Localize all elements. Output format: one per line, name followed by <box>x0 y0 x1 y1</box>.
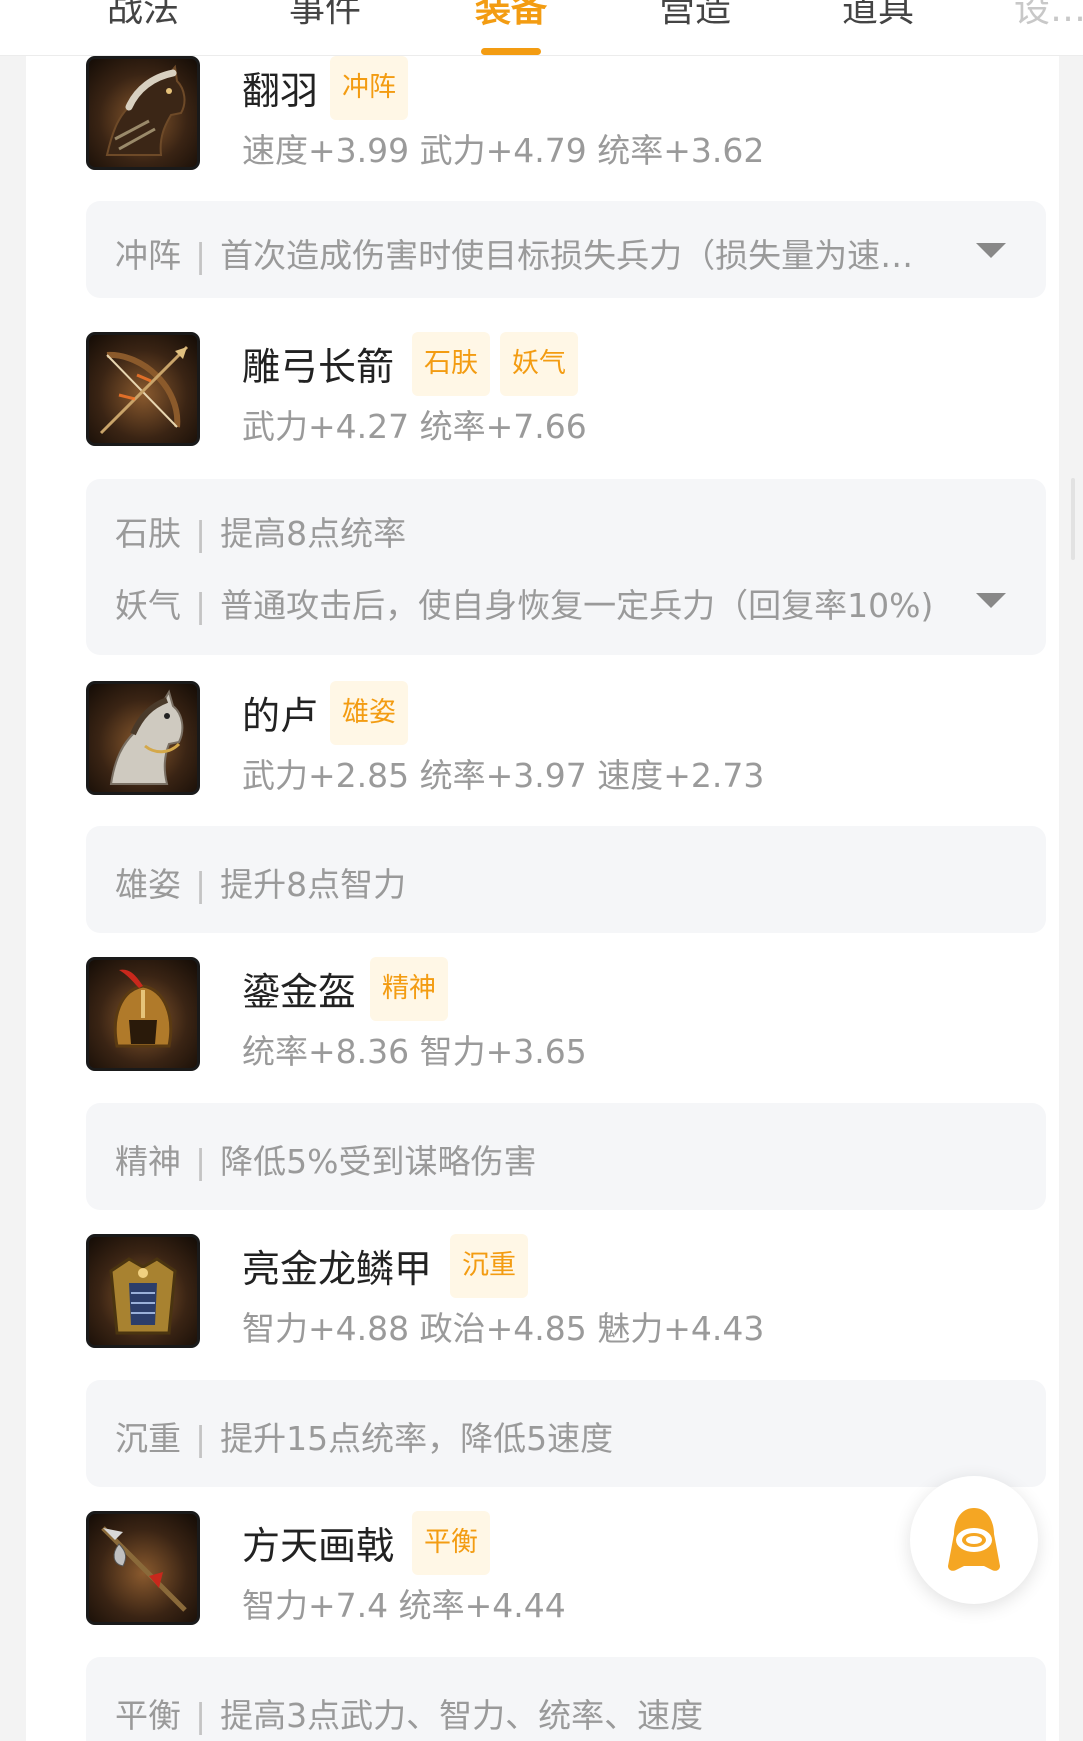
equipment-stats: 速度+3.99 武力+4.79 统率+3.62 <box>242 131 765 170</box>
warhorse-icon <box>86 56 200 170</box>
effect-text: 降低5%受到谋略伤害 <box>220 1142 537 1181</box>
effect-line: 沉重 | 提升15点统率，降低5速度 <box>115 1419 614 1458</box>
effect-tag: 平衡 <box>115 1696 181 1735</box>
assistant-fab-button[interactable] <box>910 1476 1038 1604</box>
top-tab-bar: 战法 事件 装备 营造 道具 设… <box>0 0 1083 56</box>
tab-daoju[interactable]: 道具 <box>842 0 914 32</box>
effect-text: 提高3点武力、智力、统率、速度 <box>220 1696 704 1735</box>
chevron-down-icon[interactable] <box>976 243 1006 258</box>
tag-group: 石肤 妖气 <box>412 332 578 396</box>
equipment-stats: 智力+7.4 统率+4.44 <box>242 1586 566 1625</box>
scrollbar[interactable] <box>1071 478 1075 560</box>
tab-zhanfa[interactable]: 战法 <box>107 0 179 32</box>
tag-group: 精神 <box>370 957 448 1021</box>
effect-line: 雄姿 | 提升8点智力 <box>115 865 407 904</box>
assistant-bot-icon <box>948 1508 1000 1571</box>
effect-tag: 精神 <box>115 1142 181 1181</box>
helmet-icon <box>86 957 200 1071</box>
trait-tag: 妖气 <box>500 332 578 396</box>
tab-more[interactable]: 设… <box>1014 0 1083 32</box>
effect-description-box[interactable]: 精神 | 降低5%受到谋略伤害 <box>86 1103 1046 1210</box>
tag-group: 沉重 <box>450 1234 528 1298</box>
trait-tag: 冲阵 <box>330 56 408 120</box>
effect-line: 平衡 | 提高3点武力、智力、统率、速度 <box>115 1696 704 1735</box>
tab-zhuangbei[interactable]: 装备 <box>475 0 547 32</box>
equipment-name: 的卢 <box>242 694 319 738</box>
equipment-name: 鎏金盔 <box>242 970 357 1014</box>
effect-tag: 雄姿 <box>115 865 181 904</box>
effect-text: 提升15点统率，降低5速度 <box>220 1419 614 1458</box>
effect-description-box[interactable]: 平衡 | 提高3点武力、智力、统率、速度 <box>86 1657 1046 1741</box>
effect-text: 首次造成伤害时使目标损失兵力（损失量为速度… <box>220 236 935 275</box>
effect-text: 提升8点智力 <box>220 865 407 904</box>
tag-group: 平衡 <box>412 1511 490 1575</box>
effect-line: 石肤 | 提高8点统率 <box>115 514 407 553</box>
equipment-name: 翻羽 <box>242 69 319 113</box>
tag-group: 冲阵 <box>330 56 408 120</box>
chevron-down-icon[interactable] <box>976 593 1006 608</box>
effect-line: 冲阵 | 首次造成伤害时使目标损失兵力（损失量为速度… <box>115 229 935 277</box>
active-tab-indicator <box>481 48 541 55</box>
trait-tag: 精神 <box>370 957 448 1021</box>
armor-icon <box>86 1234 200 1348</box>
effect-line: 精神 | 降低5%受到谋略伤害 <box>115 1142 537 1181</box>
equipment-stats: 武力+2.85 统率+3.97 速度+2.73 <box>242 756 765 795</box>
white-horse-icon <box>86 681 200 795</box>
effect-description-box[interactable]: 雄姿 | 提升8点智力 <box>86 826 1046 933</box>
effect-tag: 沉重 <box>115 1419 181 1458</box>
effect-description-box[interactable]: 沉重 | 提升15点统率，降低5速度 <box>86 1380 1046 1487</box>
effect-text: 提高8点统率 <box>220 514 407 553</box>
effect-description-box[interactable]: 石肤 | 提高8点统率 妖气 | 普通攻击后，使自身恢复一定兵力（回复率10%) <box>86 479 1046 655</box>
effect-tag: 冲阵 <box>115 236 181 275</box>
equipment-list: 翻羽 冲阵 速度+3.99 武力+4.79 统率+3.62 冲阵 | 首次造成伤害时… <box>26 56 1059 1741</box>
bow-arrow-icon <box>86 332 200 446</box>
trait-tag: 平衡 <box>412 1511 490 1575</box>
equipment-stats: 统率+8.36 智力+3.65 <box>242 1032 587 1071</box>
trait-tag: 石肤 <box>412 332 490 396</box>
effect-line: 妖气 | 普通攻击后，使自身恢复一定兵力（回复率10%) <box>115 586 934 625</box>
tab-shijian[interactable]: 事件 <box>289 0 361 32</box>
equipment-name: 亮金龙鳞甲 <box>242 1247 433 1291</box>
equipment-stats: 智力+4.88 政治+4.85 魅力+4.43 <box>242 1309 765 1348</box>
trait-tag: 雄姿 <box>330 681 408 745</box>
effect-text: 普通攻击后，使自身恢复一定兵力（回复率10%) <box>220 586 934 625</box>
equipment-stats: 武力+4.27 统率+7.66 <box>242 407 587 446</box>
trait-tag: 沉重 <box>450 1234 528 1298</box>
tag-group: 雄姿 <box>330 681 408 745</box>
effect-tag: 石肤 <box>115 514 181 553</box>
equipment-name: 雕弓长箭 <box>242 345 395 389</box>
effect-tag: 妖气 <box>115 586 181 625</box>
halberd-icon <box>86 1511 200 1625</box>
effect-description-box[interactable]: 冲阵 | 首次造成伤害时使目标损失兵力（损失量为速度… <box>86 201 1046 298</box>
equipment-name: 方天画戟 <box>242 1524 395 1568</box>
tab-yingzao[interactable]: 营造 <box>659 0 731 32</box>
